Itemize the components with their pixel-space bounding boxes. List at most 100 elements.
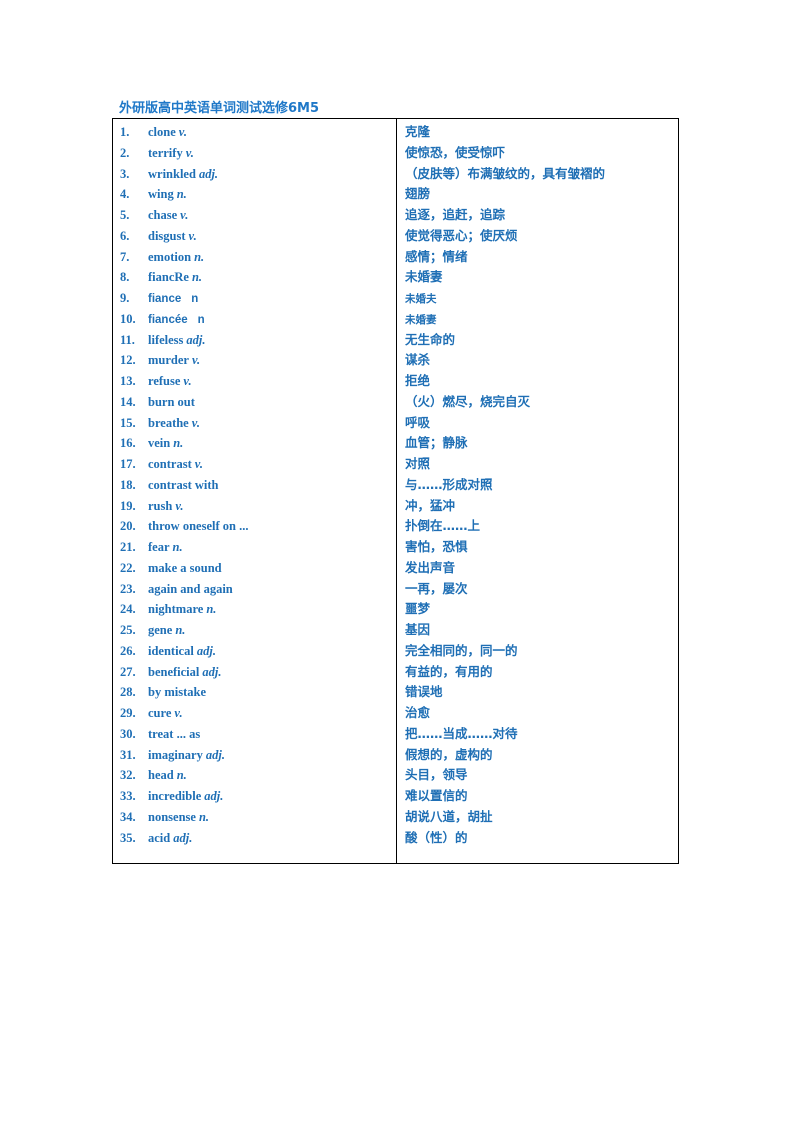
chinese-meaning: 感情；情绪 [405,248,468,264]
chinese-meaning: 对照 [405,456,431,471]
chinese-meaning: 冲，猛冲 [405,497,456,513]
meaning-row: 使惊恐，使受惊吓 [397,143,677,164]
part-of-speech: adj. [196,643,216,658]
item-number: 26. [120,643,136,658]
item-number: 12. [120,353,136,368]
english-term: wrinkled [148,166,196,181]
meaning-row: 使觉得恶心；使厌烦 [397,226,677,247]
vocab-term-row: 8. fiancRe n. [113,267,396,288]
vocab-term-row: 9. fiance n [113,288,396,309]
vocab-term-row: 1. clone v. [113,122,396,143]
part-of-speech: v. [178,125,187,139]
part-of-speech: n. [176,768,187,783]
vocab-term-row: 24. nightmare n. [113,599,396,620]
item-number: 32. [120,768,136,783]
vocab-term-row: 19. rush v. [113,496,396,517]
meaning-row: 有益的，有用的 [397,662,677,683]
english-term: acid [148,830,171,845]
item-number: 18. [120,477,136,492]
english-term: throw oneself on ... [148,519,249,534]
meaning-row: 把……当成……对待 [397,724,677,745]
item-number: 6. [120,228,130,243]
vocab-term-row: 26. identical adj. [113,641,396,662]
english-term: chase [148,208,178,222]
chinese-meaning: 噩梦 [405,601,431,617]
meaning-row: 与……形成对照 [397,475,677,496]
part-of-speech: adj. [204,789,224,803]
english-term: vein [148,436,171,451]
part-of-speech: v. [194,457,203,471]
chinese-meaning: 胡说八道，胡扯 [405,808,493,824]
chinese-meaning: 头目，领导 [405,767,468,783]
vocab-term-row: 12. murder v. [113,350,396,371]
english-term: contrast with [148,477,219,492]
meaning-row: 血管；静脉 [397,433,677,454]
item-number: 24. [120,602,136,617]
english-term: disgust [148,228,186,243]
vocab-term-row: 33. incredible adj. [113,786,396,807]
english-term: fear [148,540,170,554]
english-term: head [148,768,174,783]
vocab-term-row: 16. vein n. [113,433,396,454]
english-term: breathe [148,415,189,430]
chinese-meaning: 有益的，有用的 [405,663,493,679]
vocab-term-row: 27. beneficial adj. [113,662,396,683]
vocab-term-row: 10. fiancée n [113,309,396,330]
meaning-row: 翅膀 [397,184,677,205]
vocab-term-row: 34. nonsense n. [113,807,396,828]
english-term: terrify [148,145,183,160]
english-term: refuse [148,374,181,388]
document-title: 外研版高中英语单词测试选修6M5 [119,101,320,116]
item-number: 5. [120,208,130,222]
meaning-row: 未婚妻 [397,267,677,288]
vocab-term-row: 11. lifeless adj. [113,330,396,351]
item-number: 30. [120,726,136,741]
chinese-meaning: （皮肤等）布满皱纹的，具有皱褶的 [405,165,606,181]
item-number: 31. [120,747,136,762]
chinese-meaning: 未婚妻 [405,269,443,285]
chinese-meaning: 错误地 [405,684,443,700]
meaning-row: 基因 [397,620,677,641]
chinese-meaning: 克隆 [405,124,431,139]
english-term: fiance [148,293,182,305]
chinese-meaning: 使惊恐，使受惊吓 [405,144,506,160]
chinese-meaning: 翅膀 [405,186,431,202]
item-number: 22. [120,560,136,575]
part-of-speech: n. [191,270,203,285]
part-of-speech: n. [173,436,184,451]
chinese-meaning: 血管；静脉 [405,435,468,451]
vocab-term-row: 6. disgust v. [113,226,396,247]
meaning-row: 头目，领导 [397,765,677,786]
part-of-speech: n [191,293,199,305]
vocab-term-row: 5. chase v. [113,205,396,226]
meaning-row: （火）燃尽，烧完自灭 [397,392,677,413]
english-term: emotion [148,249,192,264]
chinese-meaning: 与……形成对照 [405,476,493,492]
part-of-speech: n. [176,187,187,202]
vocab-term-row: 28. by mistake [113,682,396,703]
meaning-row: （皮肤等）布满皱纹的，具有皱褶的 [397,164,677,185]
part-of-speech: adj. [198,166,219,181]
meaning-row: 假想的，虚构的 [397,745,677,766]
english-term: treat ... as [148,726,201,741]
english-term: nonsense [148,809,196,824]
chinese-meaning: 无生命的 [405,331,456,347]
item-number: 19. [120,498,136,513]
vocab-term-row: 18. contrast with [113,475,396,496]
english-term: clone [148,125,176,139]
part-of-speech: n. [206,602,217,617]
vocab-term-row: 35. acid adj. [113,828,396,849]
chinese-meaning: 害怕，恐惧 [405,539,468,554]
item-number: 9. [120,291,130,305]
english-term: fiancée [148,313,188,326]
vocab-term-row: 2. terrify v. [113,143,396,164]
part-of-speech: n. [172,540,183,554]
item-number: 34. [120,809,136,824]
english-term: again and again [148,581,233,596]
item-number: 33. [120,789,136,803]
chinese-meaning: 完全相同的，同一的 [405,642,518,658]
part-of-speech: n. [194,249,205,264]
english-term: wing [148,187,174,202]
meaning-row: 谋杀 [397,350,677,371]
chinese-meaning: 基因 [405,622,431,637]
